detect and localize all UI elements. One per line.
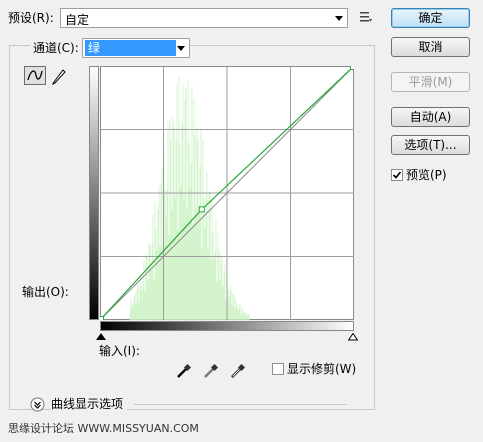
channel-label: 通道(C): bbox=[30, 40, 82, 56]
channel-value: 绿 bbox=[85, 40, 177, 56]
preset-label: 预设(R): bbox=[8, 11, 54, 25]
input-label: 输入(I): bbox=[99, 344, 140, 358]
show-clipping-label: 显示修剪(W) bbox=[287, 362, 357, 376]
chevron-down-icon bbox=[335, 16, 343, 21]
curve-graph[interactable] bbox=[100, 66, 354, 320]
channel-select[interactable]: 绿 bbox=[82, 38, 190, 58]
curve-tool-icon bbox=[27, 70, 43, 81]
input-gradient bbox=[100, 321, 354, 331]
chevron-down-icon bbox=[177, 46, 185, 51]
preset-menu-icon[interactable] bbox=[359, 11, 373, 23]
cancel-button[interactable]: 取消 bbox=[391, 37, 470, 57]
ok-button[interactable]: 确定 bbox=[391, 8, 470, 28]
white-point-slider[interactable] bbox=[348, 333, 358, 341]
preset-value: 自定 bbox=[65, 13, 90, 27]
divider bbox=[134, 404, 347, 405]
auto-button[interactable]: 自动(A) bbox=[391, 107, 470, 127]
curve-display-options-label[interactable]: 曲线显示选项 bbox=[51, 396, 128, 412]
watermark-text: 思缘设计论坛 WWW.MISSYUAN.COM bbox=[8, 422, 199, 435]
output-gradient bbox=[89, 66, 99, 320]
pencil-icon[interactable] bbox=[50, 67, 68, 85]
checkmark-icon bbox=[392, 171, 402, 179]
options-button[interactable]: 选项(T)... bbox=[391, 135, 470, 155]
show-clipping-checkbox[interactable] bbox=[272, 363, 284, 375]
curve-control-point[interactable] bbox=[350, 66, 355, 70]
gray-eyedropper-icon[interactable] bbox=[203, 364, 219, 378]
curve-control-point[interactable] bbox=[198, 206, 205, 213]
expand-chevron-icon[interactable] bbox=[30, 397, 45, 412]
preview-checkbox[interactable] bbox=[391, 169, 403, 181]
black-point-slider[interactable] bbox=[96, 333, 106, 341]
smooth-button[interactable]: 平滑(M) bbox=[391, 72, 470, 92]
curve-control-point[interactable] bbox=[100, 316, 104, 321]
black-eyedropper-icon[interactable] bbox=[176, 364, 192, 378]
curve-tool-button[interactable] bbox=[24, 66, 46, 85]
output-label: 输出(O): bbox=[22, 285, 69, 299]
preview-label: 预览(P) bbox=[406, 168, 447, 182]
white-eyedropper-icon[interactable] bbox=[230, 364, 246, 378]
preset-select[interactable]: 自定 bbox=[60, 8, 348, 28]
